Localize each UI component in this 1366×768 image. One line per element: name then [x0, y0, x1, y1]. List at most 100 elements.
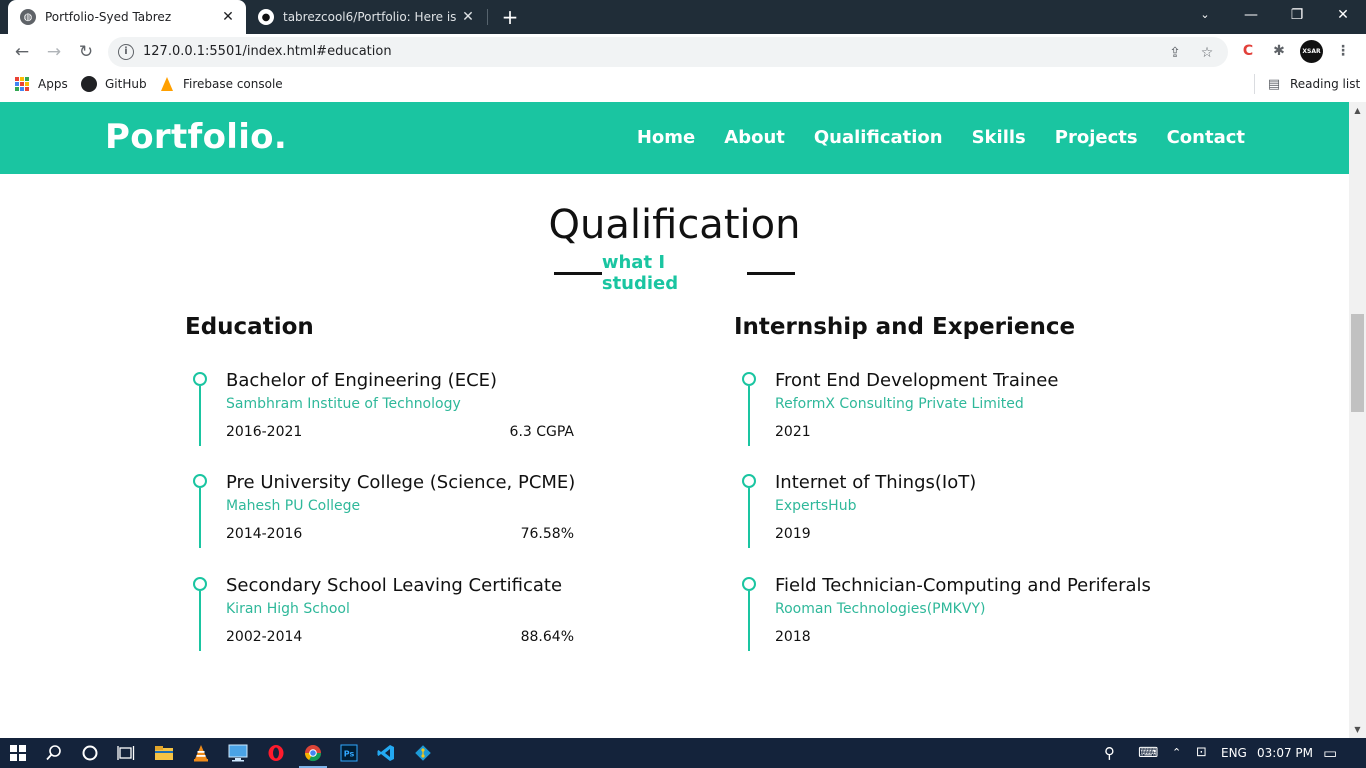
opera-icon[interactable] [258, 738, 294, 768]
show-hidden-icons-icon[interactable]: ⌃ [1172, 738, 1181, 768]
github-icon [81, 76, 97, 92]
menu-kebab-icon[interactable]: ⋮ [1331, 39, 1355, 63]
vscode-icon[interactable] [368, 738, 404, 768]
nav-home[interactable]: Home [637, 127, 695, 148]
item-title: Front End Development Trainee [775, 370, 1059, 391]
close-tab-icon[interactable]: ✕ [218, 9, 238, 25]
minimize-button[interactable]: — [1228, 0, 1274, 30]
item-title: Bachelor of Engineering (ECE) [226, 370, 498, 391]
bookmark-label: Apps [38, 77, 68, 91]
education-heading: Education [185, 314, 314, 340]
timeline-dot [742, 577, 756, 591]
windows-start-icon[interactable] [0, 738, 36, 768]
nav-qualification[interactable]: Qualification [814, 127, 943, 148]
chrome-icon[interactable] [295, 738, 331, 768]
site-menu: Home About Qualification Skills Projects… [637, 127, 1245, 148]
browser-tab-strip: ◍ Portfolio-Syed Tabrez ✕ ● tabrezcool6/… [0, 0, 1366, 34]
timeline-dot [742, 474, 756, 488]
extension-c-icon[interactable]: C [1236, 39, 1260, 63]
experience-heading: Internship and Experience [734, 314, 1076, 340]
reload-button[interactable]: ↻ [72, 38, 100, 66]
subtitle-line-right [747, 271, 795, 275]
bookmark-separator [1254, 74, 1255, 94]
nav-skills[interactable]: Skills [972, 127, 1026, 148]
item-title: Secondary School Leaving Certificate [226, 575, 563, 596]
item-title: Internet of Things(IoT) [775, 472, 977, 493]
item-title: Pre University College (Science, PCME) [226, 472, 576, 493]
scroll-down-arrow-icon[interactable]: ▼ [1349, 721, 1366, 738]
action-center-icon[interactable]: ▭ [1323, 738, 1337, 768]
nav-about[interactable]: About [724, 127, 785, 148]
subtitle-line-left [554, 271, 602, 275]
bookmark-star-icon[interactable]: ☆ [1196, 42, 1218, 64]
task-view-icon[interactable] [108, 738, 144, 768]
bookmarks-bar: Apps GitHub Firebase console ▤ Reading l… [0, 70, 1366, 98]
reading-list-icon: ▤ [1267, 76, 1281, 92]
subtitle-text: what I studied [601, 252, 679, 294]
timeline-line [748, 386, 750, 446]
bookmark-apps[interactable]: Apps [14, 75, 68, 93]
timeline-line [199, 591, 201, 651]
vlc-icon[interactable] [183, 738, 219, 768]
extensions-puzzle-icon[interactable]: ✱ [1267, 39, 1291, 63]
nav-projects[interactable]: Projects [1055, 127, 1138, 148]
back-button[interactable]: ← [8, 38, 36, 66]
new-tab-button[interactable]: + [498, 4, 522, 30]
address-bar[interactable]: i 127.0.0.1:5501/index.html#education ⇪ … [108, 37, 1228, 67]
experience-item: Internet of Things(IoT) ExpertsHub 2019 [742, 472, 1135, 552]
timeline-line [748, 488, 750, 548]
page-viewport: Portfolio. Home About Qualification Skil… [0, 102, 1349, 738]
item-years: 2014-2016 [226, 526, 303, 542]
tab-portfolio[interactable]: ◍ Portfolio-Syed Tabrez ✕ [8, 0, 246, 34]
language-indicator[interactable]: ENG [1221, 738, 1247, 768]
item-years: 2019 [775, 526, 811, 542]
item-institution: Kiran High School [226, 601, 350, 617]
item-years: 2021 [775, 424, 811, 440]
tab-title: Portfolio-Syed Tabrez [45, 10, 172, 24]
display-icon[interactable] [220, 738, 256, 768]
reading-list-button[interactable]: ▤ Reading list [1266, 75, 1360, 93]
people-icon[interactable]: ⚲ [1104, 738, 1115, 768]
photoshop-icon[interactable]: Ps [331, 738, 367, 768]
firebase-icon [159, 76, 175, 92]
nav-contact[interactable]: Contact [1167, 127, 1245, 148]
profile-avatar[interactable]: XSAR [1300, 40, 1323, 63]
timeline-dot [193, 372, 207, 386]
file-explorer-icon[interactable] [146, 738, 182, 768]
site-info-icon[interactable]: i [118, 44, 134, 60]
item-company: Rooman Technologies(PMKVY) [775, 601, 986, 617]
close-tab-icon[interactable]: ✕ [458, 9, 478, 25]
forward-button[interactable]: → [40, 38, 68, 66]
bookmark-label: Firebase console [183, 77, 283, 91]
tab-search-icon[interactable]: ⌄ [1182, 0, 1228, 30]
item-score: 88.64% [520, 629, 574, 645]
site-logo[interactable]: Portfolio. [105, 117, 287, 157]
tab-github[interactable]: ● tabrezcool6/Portfolio: Here is a q ✕ [248, 0, 486, 34]
bookmark-github[interactable]: GitHub [81, 75, 147, 93]
share-icon[interactable]: ⇪ [1164, 42, 1186, 64]
network-icon[interactable]: ⊡ [1196, 738, 1207, 768]
timeline-dot [193, 474, 207, 488]
education-item: Pre University College (Science, PCME) M… [193, 472, 586, 552]
tab-separator [487, 9, 488, 25]
git-icon[interactable] [405, 738, 441, 768]
svg-text:Ps: Ps [344, 750, 355, 759]
scroll-up-arrow-icon[interactable]: ▲ [1349, 102, 1366, 119]
close-window-button[interactable]: ✕ [1320, 0, 1366, 30]
bookmark-firebase[interactable]: Firebase console [159, 75, 283, 93]
clock-time[interactable]: 03:07 PM [1257, 738, 1313, 768]
search-icon[interactable] [36, 738, 72, 768]
item-years: 2016-2021 [226, 424, 303, 440]
item-title: Field Technician-Computing and Periferal… [775, 575, 1151, 596]
item-years: 2002-2014 [226, 629, 303, 645]
windows-taskbar: Ps ⚲ ⌨ ⌃ ⊡ ENG 03:07 PM ▭ [0, 738, 1366, 768]
keyboard-icon[interactable]: ⌨ [1138, 738, 1158, 768]
experience-item: Field Technician-Computing and Periferal… [742, 575, 1151, 655]
item-institution: Sambhram Institue of Technology [226, 396, 461, 412]
page-scrollbar[interactable]: ▲ ▼ [1349, 102, 1366, 738]
browser-toolbar: ← → ↻ i 127.0.0.1:5501/index.html#educat… [0, 34, 1366, 70]
restore-button[interactable]: ❐ [1274, 0, 1320, 30]
cortana-icon[interactable] [72, 738, 108, 768]
github-icon: ● [258, 9, 274, 25]
scrollbar-thumb[interactable] [1351, 314, 1364, 412]
